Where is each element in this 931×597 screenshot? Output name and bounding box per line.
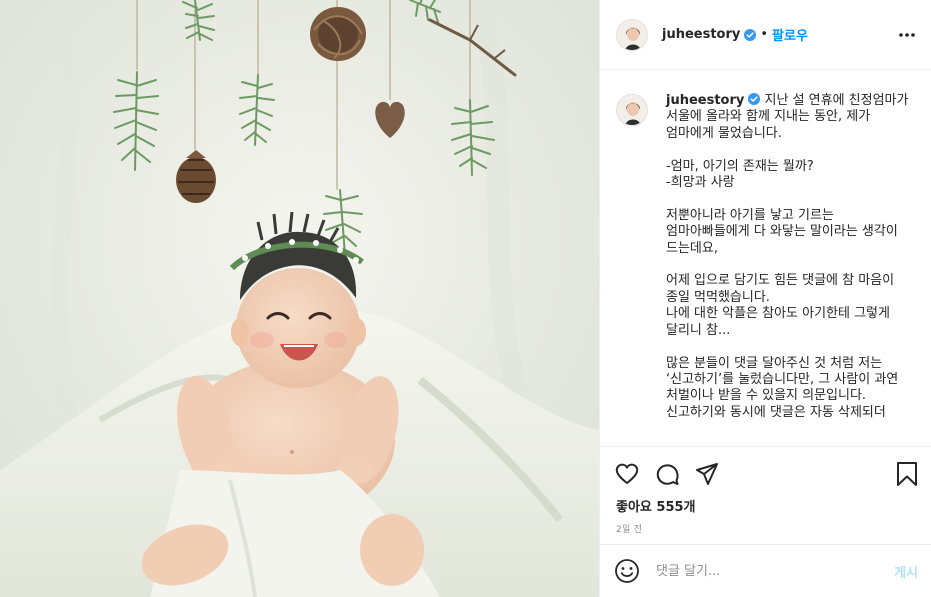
profile-photo-icon [617, 19, 647, 50]
comment-form: 게시 [600, 544, 931, 597]
baby-photo [0, 0, 599, 597]
caption-text: 지난 설 연휴에 친정엄마가 서울에 올라와 함께 지내는 동안, 제가 엄마에… [666, 93, 909, 420]
likes-count[interactable]: 좋아요 555개 [616, 496, 696, 515]
verified-badge-icon [748, 93, 761, 105]
header-username[interactable]: juheestory [662, 27, 740, 42]
post-image[interactable] [0, 0, 599, 597]
caption-section[interactable]: juheestory 지난 설 연휴에 친정엄마가 서울에 올라와 함께 지내는… [600, 71, 931, 445]
comment-icon[interactable] [654, 461, 680, 487]
post-side-panel: juheestory • 팔로우 juheestory 지난 설 연휴에 친정엄… [599, 0, 931, 597]
post-header: juheestory • 팔로우 [600, 0, 931, 70]
comment-input[interactable] [656, 563, 866, 579]
bookmark-icon[interactable] [894, 461, 920, 487]
caption-avatar[interactable] [616, 94, 648, 126]
profile-photo-icon [617, 95, 647, 125]
heart-icon[interactable] [614, 461, 640, 487]
caption-text-block: juheestory 지난 설 연휴에 친정엄마가 서울에 올라와 함께 지내는… [666, 93, 916, 445]
separator-dot: • [760, 27, 769, 42]
verified-badge-icon [744, 28, 757, 41]
post-comment-button[interactable]: 게시 [894, 562, 918, 581]
caption-username[interactable]: juheestory [666, 93, 744, 108]
avatar[interactable] [616, 18, 648, 51]
smiley-icon[interactable] [614, 558, 640, 584]
send-icon[interactable] [694, 461, 720, 487]
action-bar: 좋아요 555개 2일 전 [600, 446, 931, 544]
more-horizontal-icon[interactable] [896, 24, 918, 46]
follow-button[interactable]: 팔로우 [772, 25, 808, 44]
post-timestamp[interactable]: 2일 전 [616, 522, 642, 535]
